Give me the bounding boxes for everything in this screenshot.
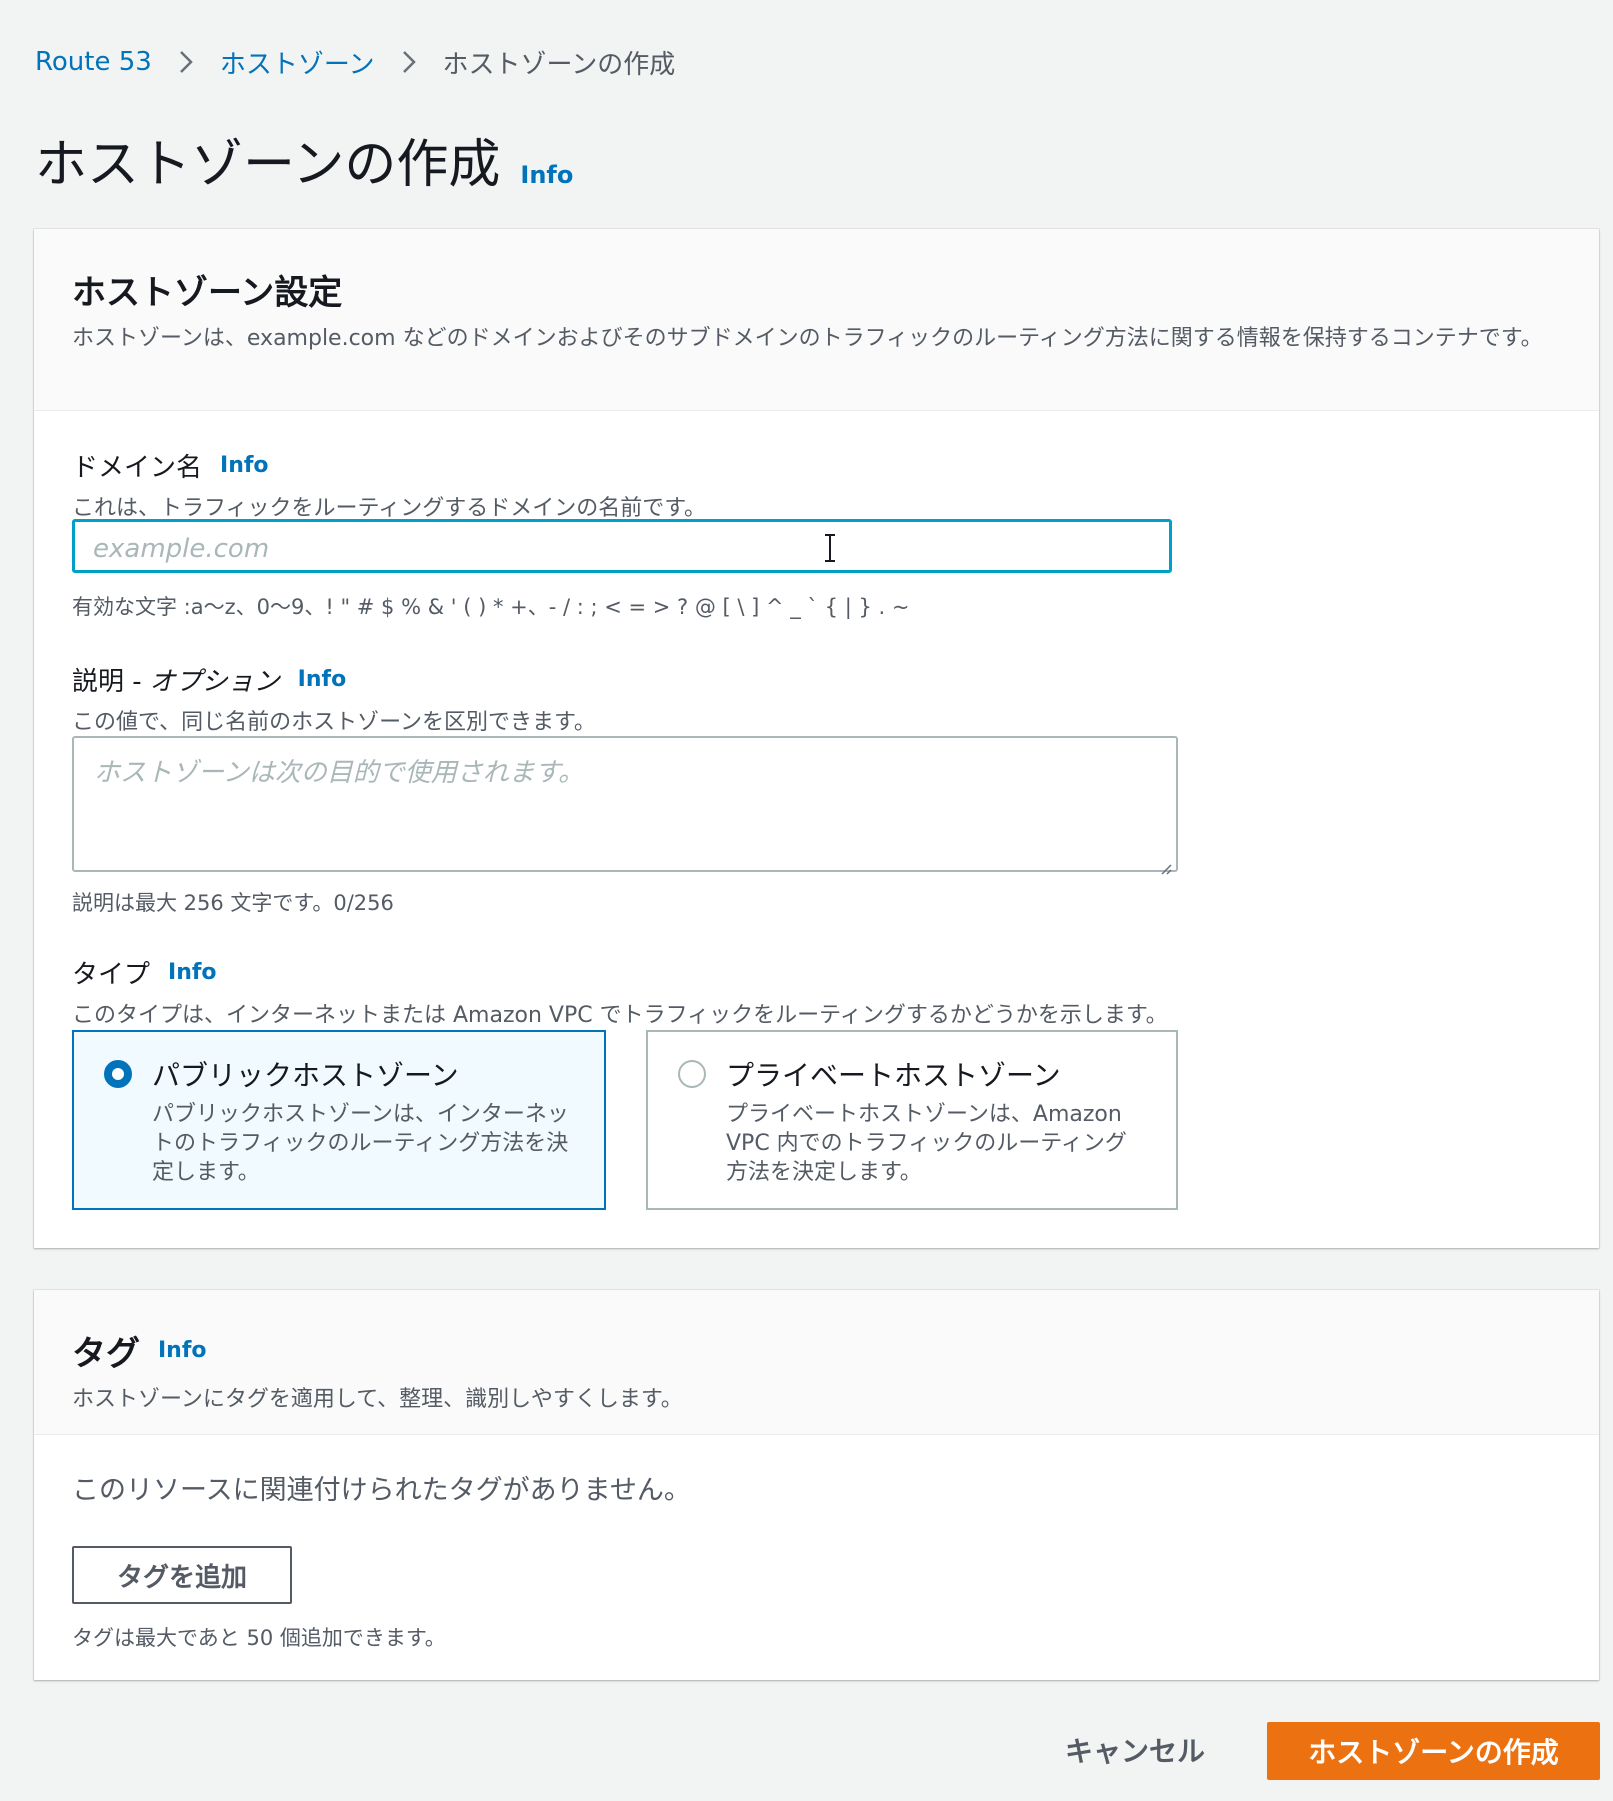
chevron-right-icon: [389, 50, 429, 74]
private-zone-title: プライベートホストゾーン: [726, 1059, 1061, 1092]
tags-title-row: タグ Info: [72, 1326, 1561, 1375]
cancel-button[interactable]: キャンセル: [1040, 1722, 1230, 1778]
breadcrumb-hosted-zones[interactable]: ホストゾーン: [220, 44, 375, 81]
domain-placeholder: example.com: [93, 534, 270, 564]
settings-description: ホストゾーンは、example.com などのドメインおよびそのサブドメインのト…: [72, 326, 1543, 351]
tags-description: ホストゾーンにタグを適用して、整理、識別しやすくします。: [72, 1387, 683, 1412]
domain-name-input[interactable]: example.com: [72, 519, 1172, 573]
chevron-right-icon: [166, 50, 206, 74]
description-placeholder: ホストゾーンは次の目的で使用されます。: [94, 758, 585, 788]
domain-description: これは、トラフィックをルーティングするドメインの名前です。: [72, 496, 707, 521]
description-textarea[interactable]: ホストゾーンは次の目的で使用されます。: [72, 736, 1178, 875]
tags-header: タグ Info ホストゾーンにタグを適用して、整理、識別しやすくします。: [34, 1290, 1599, 1435]
tags-panel: タグ Info ホストゾーンにタグを適用して、整理、識別しやすくします。 このリ…: [34, 1290, 1599, 1680]
type-field-header: タイプ Info このタイプは、インターネットまたは Amazon VPC でト…: [72, 954, 1168, 1029]
settings-header: ホストゾーン設定 ホストゾーンは、example.com などのドメインおよびそ…: [34, 229, 1599, 411]
page-info-link[interactable]: Info: [520, 161, 573, 189]
breadcrumb-route53[interactable]: Route 53: [35, 47, 152, 77]
radio-public-hosted-zone[interactable]: パブリックホストゾーン パブリックホストゾーンは、インターネットのトラフィックの…: [72, 1030, 606, 1210]
domain-field-header: ドメイン名 Info これは、トラフィックをルーティングするドメインの名前です。: [72, 447, 706, 522]
breadcrumb-current: ホストゾーンの作成: [442, 49, 676, 80]
description-label: 説明 -: [72, 667, 142, 697]
description-char-count: 説明は最大 256 文字です。0/256: [72, 891, 394, 915]
text-cursor-icon: [822, 533, 838, 563]
type-description: このタイプは、インターネットまたは Amazon VPC でトラフィックをルーテ…: [72, 1003, 1168, 1028]
add-tag-button[interactable]: タグを追加: [72, 1546, 292, 1604]
create-hosted-zone-button[interactable]: ホストゾーンの作成: [1267, 1722, 1600, 1780]
type-label: タイプ: [72, 960, 151, 990]
domain-info-link[interactable]: Info: [220, 453, 269, 478]
type-info-link[interactable]: Info: [168, 960, 217, 985]
breadcrumb: Route 53 ホストゾーン ホストゾーンの作成: [35, 42, 675, 82]
resize-handle-icon[interactable]: [1158, 852, 1172, 875]
radio-selected-icon[interactable]: [104, 1060, 132, 1088]
no-tags-message: このリソースに関連付けられたタグがありません。: [72, 1475, 691, 1506]
tags-title: タグ: [72, 1334, 140, 1374]
description-field-header: 説明 - オプション Info この値で、同じ名前のホストゾーンを区別できます。: [72, 661, 596, 736]
page-title-text: ホストゾーンの作成: [35, 135, 501, 195]
page-title: ホストゾーンの作成 Info: [35, 122, 573, 197]
tags-limit-hint: タグは最大であと 50 個追加できます。: [72, 1626, 446, 1650]
description-description: この値で、同じ名前のホストゾーンを区別できます。: [72, 710, 596, 735]
settings-title: ホストゾーン設定: [72, 273, 343, 313]
domain-label-row: ドメイン名 Info: [72, 447, 706, 484]
radio-private-hosted-zone[interactable]: プライベートホストゾーン プライベートホストゾーンは、Amazon VPC 内で…: [646, 1030, 1178, 1210]
public-zone-description: パブリックホストゾーンは、インターネットのトラフィックのルーティング方法を決定し…: [152, 1102, 569, 1185]
description-optional-label: オプション: [149, 667, 280, 697]
domain-valid-chars-hint: 有効な文字 :a〜z、0〜9、! " # $ % & ' ( ) * +、- /…: [72, 595, 910, 619]
type-label-row: タイプ Info: [72, 954, 1168, 991]
hosted-zone-settings-panel: ホストゾーン設定 ホストゾーンは、example.com などのドメインおよびそ…: [34, 229, 1599, 1248]
radio-unselected-icon[interactable]: [678, 1060, 706, 1088]
tags-info-link[interactable]: Info: [158, 1338, 207, 1363]
private-zone-description: プライベートホストゾーンは、Amazon VPC 内でのトラフィックのルーティン…: [726, 1102, 1127, 1185]
public-zone-title: パブリックホストゾーン: [152, 1059, 459, 1092]
description-info-link[interactable]: Info: [298, 667, 347, 692]
domain-label: ドメイン名: [72, 453, 203, 483]
description-label-row: 説明 - オプション Info: [72, 661, 596, 698]
